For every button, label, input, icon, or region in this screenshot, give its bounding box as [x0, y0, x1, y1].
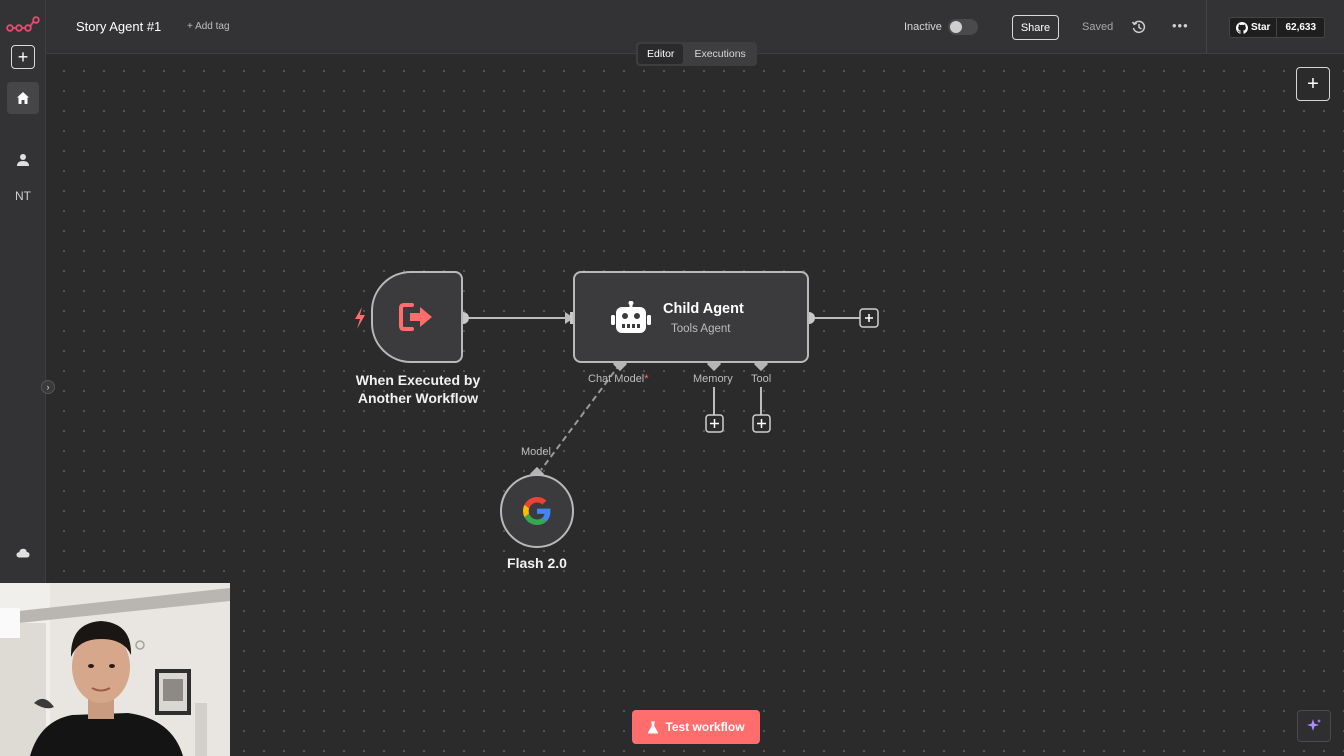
n8n-workflow-editor: + NT › Story Agent #1 + Add tag Inactive: [0, 0, 1344, 756]
robot-icon: [611, 301, 651, 333]
lightning-trigger-icon: [355, 307, 365, 329]
trigger-label-line1: When Executed by: [355, 372, 481, 388]
agent-node-subtitle: Tools Agent: [671, 323, 731, 335]
agent-node-title: Child Agent: [663, 301, 744, 317]
test-workflow-button[interactable]: Test workflow: [632, 710, 760, 744]
model-node[interactable]: [500, 474, 574, 548]
model-node-label: Flash 2.0: [507, 555, 567, 571]
presenter-video: [0, 583, 230, 756]
trigger-label-line2: Another Workflow: [357, 390, 479, 406]
webcam-overlay: [0, 583, 230, 756]
tab-editor[interactable]: Editor: [638, 44, 684, 64]
view-tabs: Editor Executions: [636, 42, 757, 66]
model-port-label: Model: [521, 446, 551, 458]
sign-out-arrow-icon: [399, 303, 432, 331]
chevron-right-icon: ›: [46, 382, 50, 392]
trigger-node-label: When Executed by Another Workflow: [340, 371, 496, 407]
sidebar-collapse-button[interactable]: ›: [41, 380, 55, 394]
test-workflow-label: Test workflow: [665, 720, 745, 734]
tool-port-label: Tool: [751, 373, 772, 385]
tab-executions[interactable]: Executions: [685, 44, 754, 64]
memory-port-label: Memory: [693, 373, 733, 385]
google-g-icon: [523, 497, 551, 525]
required-marker: *: [644, 373, 649, 385]
agent-node[interactable]: Child Agent Tools Agent: [573, 271, 809, 363]
flask-icon: [648, 721, 659, 733]
chat-model-port-label: Chat Model*: [588, 373, 649, 385]
trigger-node[interactable]: [371, 271, 463, 363]
chat-model-label-text: Chat Model: [588, 373, 645, 385]
